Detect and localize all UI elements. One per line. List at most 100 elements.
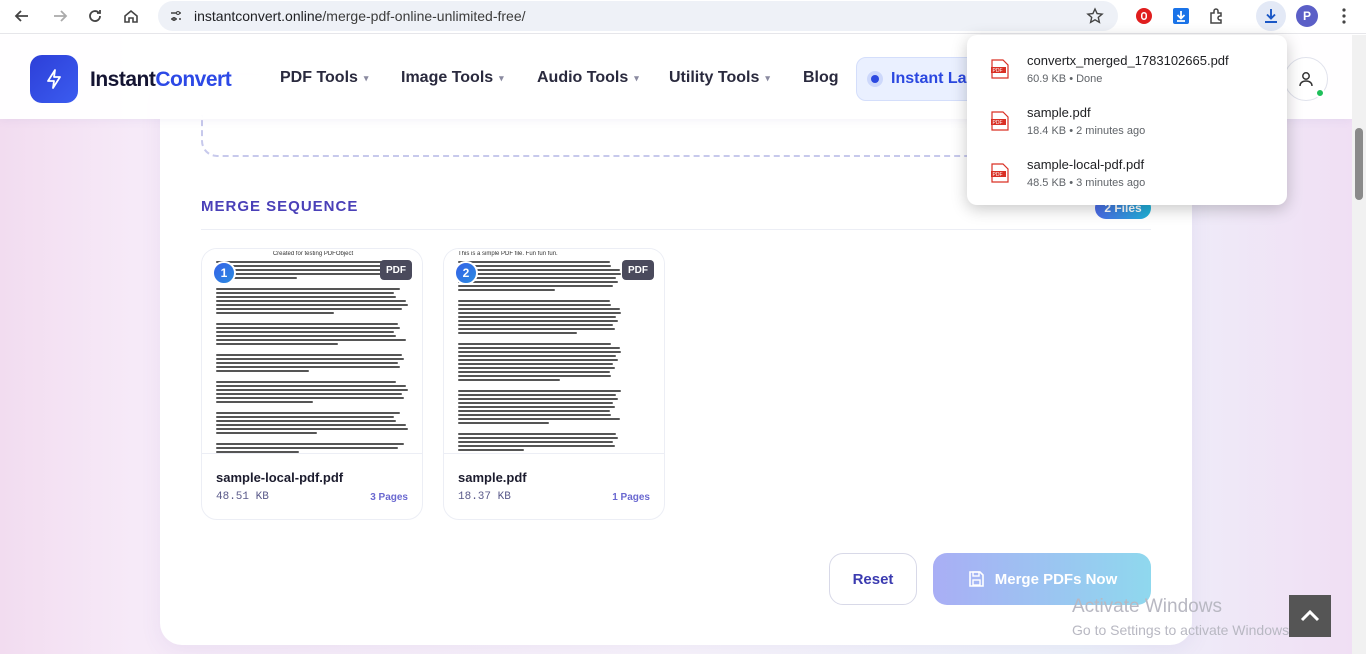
thumbnail-text-line [216, 300, 407, 302]
thumbnail-text-line [458, 355, 617, 357]
thumbnail-text-line [216, 381, 397, 383]
address-bar[interactable]: instantconvert.online/merge-pdf-online-u… [158, 1, 1118, 31]
thumbnail-text-line [458, 410, 610, 412]
thumbnail-paragraph-gap [458, 426, 652, 431]
thumbnail-text-line [216, 335, 397, 337]
nav-blog[interactable]: Blog [803, 69, 839, 87]
thumbnail-text-line [216, 339, 407, 341]
thumbnail-text-line [216, 389, 409, 391]
thumbnail-text-line [458, 433, 617, 435]
nav-pdf-tools[interactable]: PDF Tools ▾ [280, 69, 368, 87]
nav-image-tools[interactable]: Image Tools ▾ [401, 69, 504, 87]
thumbnail-text-line [458, 363, 613, 365]
download-extension-icon[interactable] [1171, 6, 1191, 26]
thumbnail-text-line [458, 285, 613, 287]
thumbnail-text-line [458, 402, 613, 404]
merge-sequence-title: MERGE SEQUENCE [201, 198, 359, 215]
thumbnail-paragraph-gap [216, 316, 410, 321]
thumbnail-paragraph-gap [458, 293, 652, 298]
chevron-down-icon: ▾ [499, 72, 504, 83]
scroll-to-top-button[interactable] [1289, 595, 1331, 637]
thumbnail-text-line [216, 292, 395, 294]
extensions-puzzle-icon[interactable] [1207, 6, 1227, 26]
merge-button-label: Merge PDFs Now [994, 570, 1118, 588]
order-number-badge[interactable]: 1 [212, 261, 236, 285]
thumbnail-text-line [458, 359, 618, 361]
thumbnail-text-line [458, 273, 622, 275]
thumbnail-text-line [216, 416, 395, 418]
thumbnail-heading: This is a simple PDF file. Fun fun fun. [458, 251, 558, 257]
forward-icon[interactable] [50, 6, 70, 26]
thumbnail-text-line [458, 332, 577, 334]
thumbnail-text-line [458, 445, 615, 447]
thumbnail-paragraph-gap [216, 281, 410, 286]
thumbnail-text-line [216, 331, 395, 333]
file-pages: 3 Pages [370, 492, 408, 503]
nav-audio-tools[interactable]: Audio Tools ▾ [537, 69, 639, 87]
thumbnail-text-line [216, 397, 405, 399]
thumbnail-text-line [458, 418, 620, 420]
live-dot-icon [871, 75, 879, 83]
thumbnail-text-line [458, 414, 612, 416]
thumbnail-text-line [458, 437, 618, 439]
thumbnail-text-line [216, 424, 407, 426]
file-card[interactable]: Created for testing PDFObject 1 PDF samp… [201, 248, 423, 520]
adblock-extension-icon[interactable] [1134, 6, 1154, 26]
thumbnail-text-line [458, 277, 617, 279]
back-icon[interactable] [12, 6, 32, 26]
file-card[interactable]: This is a simple PDF file. Fun fun fun. … [443, 248, 665, 520]
thumbnail-text-line [216, 420, 397, 422]
pdf-type-tag: PDF [622, 260, 654, 280]
url-text: instantconvert.online/merge-pdf-online-u… [194, 8, 526, 24]
thumbnail-text-line [458, 320, 618, 322]
online-status-dot [1315, 88, 1325, 98]
thumbnail-text-line [216, 412, 401, 414]
thumbnail-text-line [216, 312, 335, 314]
thumbnail-text-line [216, 269, 403, 271]
site-info-icon[interactable] [168, 8, 184, 24]
thumbnail-text-line [216, 308, 403, 310]
home-icon[interactable] [121, 6, 141, 26]
page-scrollbar[interactable] [1352, 35, 1366, 654]
order-number-badge[interactable]: 2 [454, 261, 478, 285]
thumbnail-text-line [458, 269, 620, 271]
download-item[interactable]: PDF convertx_merged_1783102665.pdf 60.9 … [967, 43, 1287, 95]
reload-icon[interactable] [85, 6, 105, 26]
bookmark-star-icon[interactable] [1086, 7, 1104, 30]
nav-utility-tools[interactable]: Utility Tools ▾ [669, 69, 770, 87]
thumbnail-text-line [458, 449, 524, 451]
scrollbar-thumb[interactable] [1355, 128, 1363, 200]
user-icon [1299, 72, 1313, 87]
thumbnail-text-line [458, 312, 622, 314]
thumbnail-text-line [216, 401, 313, 403]
chevron-down-icon: ▾ [765, 72, 770, 83]
logo-bolt-icon[interactable] [30, 55, 78, 103]
windows-activation-watermark: Activate Windows Go to Settings to activ… [1072, 596, 1293, 638]
reset-button[interactable]: Reset [829, 553, 917, 605]
downloads-icon[interactable] [1256, 1, 1286, 31]
thumbnail-text-line [458, 281, 618, 283]
thumbnail-text-line [458, 328, 615, 330]
chevron-down-icon: ▾ [363, 72, 369, 83]
thumbnail-text-line [216, 288, 401, 290]
download-item[interactable]: PDF sample.pdf 18.4 KB • 2 minutes ago [967, 95, 1287, 147]
logo-wordmark[interactable]: InstantConvert [90, 68, 232, 92]
thumbnail-text-line [458, 390, 622, 392]
thumbnail-text-line [216, 362, 399, 364]
thumbnail-text-line [458, 422, 549, 424]
thumbnail-paragraph-gap [216, 436, 410, 441]
pdf-type-tag: PDF [380, 260, 412, 280]
thumbnail-text-line [458, 351, 622, 353]
thumbnail-text-line [458, 265, 612, 267]
thumbnail-paragraph-gap [216, 347, 410, 352]
browser-menu-icon[interactable] [1334, 6, 1354, 26]
download-item[interactable]: PDF sample-local-pdf.pdf 48.5 KB • 3 min… [967, 147, 1287, 199]
thumbnail-text-line [216, 358, 405, 360]
thumbnail-text-line [216, 296, 397, 298]
svg-text:PDF: PDF [993, 120, 1003, 126]
pdf-file-icon: PDF [991, 111, 1009, 131]
thumbnail-text-line [216, 273, 405, 275]
thumbnail-text-line [458, 316, 617, 318]
pdf-file-icon: PDF [991, 163, 1009, 183]
profile-avatar[interactable]: P [1296, 5, 1318, 27]
